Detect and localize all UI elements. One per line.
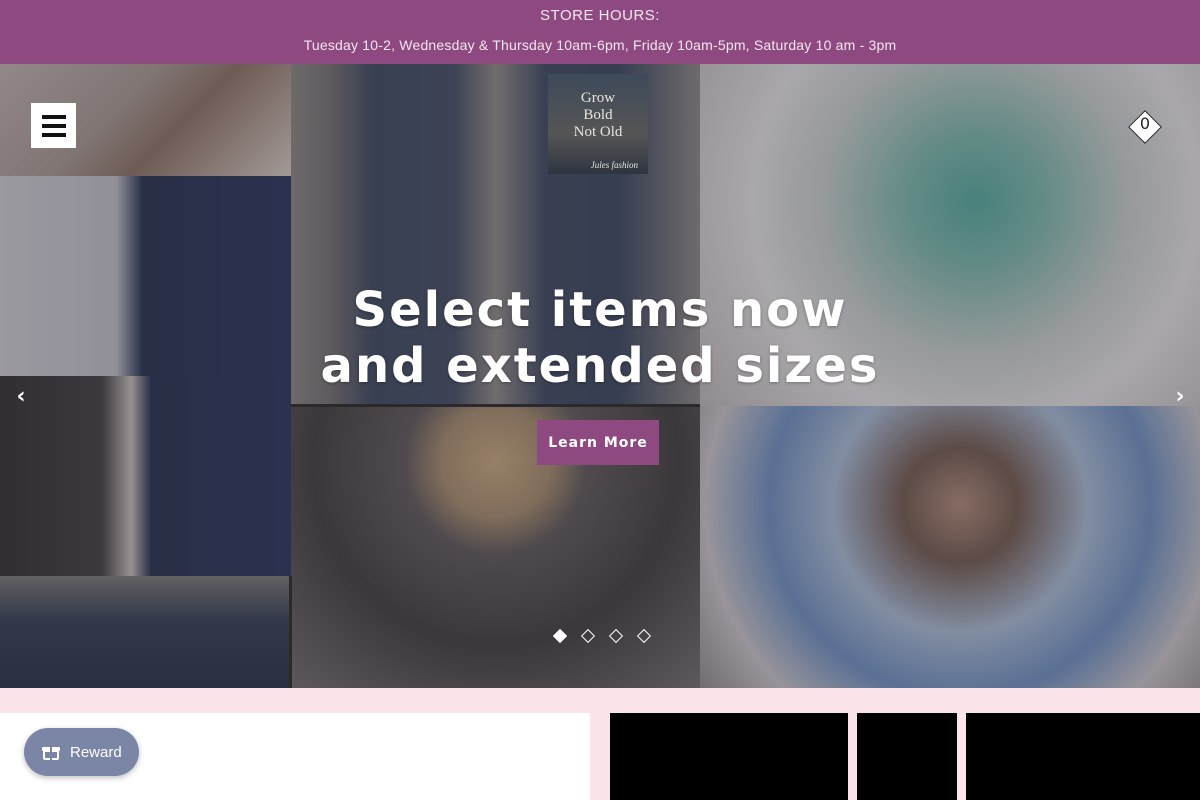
image-panel	[857, 713, 957, 800]
logo-signature: Jules fashion	[590, 160, 638, 170]
menu-button[interactable]	[31, 103, 76, 148]
slide-dot-1[interactable]	[552, 628, 568, 644]
hamburger-menu-icon	[41, 123, 66, 128]
image-panel	[966, 713, 1200, 800]
reward-label: Reward	[70, 743, 122, 761]
logo-text: Grow Bold Not Old	[573, 90, 623, 140]
cart-button[interactable]: 0	[1127, 109, 1163, 145]
announcement-bar: STORE HOURS: Tuesday 10-2, Wednesday & T…	[0, 0, 1200, 64]
site-logo[interactable]: Grow Bold Not Old Jules fashion	[548, 74, 648, 174]
slide-dot-2[interactable]	[580, 628, 596, 644]
chevron-left-icon[interactable]: ‹	[9, 382, 33, 410]
hero-headline: Select items now and extended sizes	[320, 282, 880, 394]
slide-dot-4[interactable]	[636, 628, 652, 644]
image-panel	[610, 713, 848, 800]
slide-dot-3[interactable]	[608, 628, 624, 644]
slide-pagination	[552, 628, 652, 644]
learn-more-button[interactable]: Learn More	[537, 420, 659, 465]
hero-slideshow: Grow Bold Not Old Jules fashion 0 Select i…	[0, 64, 1200, 688]
cart-count: 0	[1139, 114, 1151, 133]
gift-icon	[42, 744, 60, 760]
hamburger-menu-icon	[41, 132, 66, 137]
store-hours-text: Tuesday 10-2, Wednesday & Thursday 10am-…	[303, 37, 897, 53]
chevron-right-icon[interactable]: ›	[1168, 382, 1192, 410]
hamburger-menu-icon	[41, 114, 66, 119]
store-hours-title: STORE HOURS:	[540, 7, 660, 24]
content-section	[0, 688, 1200, 800]
reward-button[interactable]: Reward	[24, 728, 139, 776]
